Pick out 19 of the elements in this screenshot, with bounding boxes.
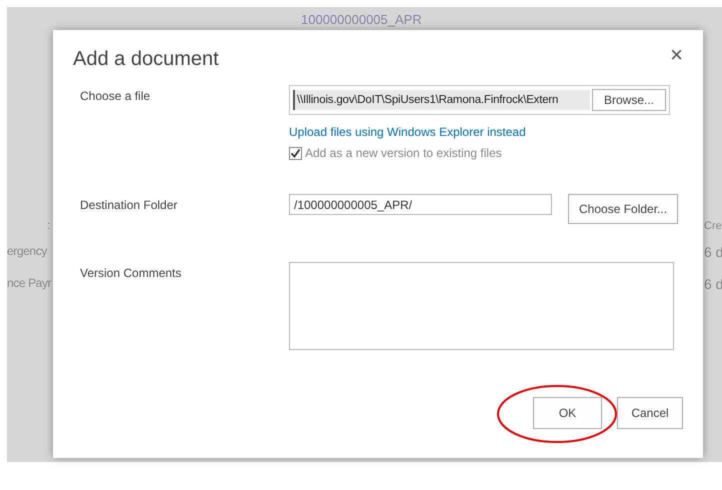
table-cell: nce Payr [7, 276, 52, 290]
table-cell: Cre [704, 220, 722, 232]
explorer-link[interactable]: Upload files using Windows Explorer instead [289, 125, 526, 139]
field-label: Version Comments [80, 265, 182, 282]
checkbox-label: Add as a new version to existing files [289, 146, 502, 160]
table-cell: ergency [7, 244, 47, 258]
comments-field[interactable] [289, 262, 674, 350]
field-label: Destination Folder [80, 197, 178, 214]
destination-field[interactable]: /100000000005_APR/ [289, 194, 552, 215]
table-cell: : [47, 218, 50, 232]
field-label: Choose a file [80, 88, 152, 105]
dialog-button[interactable]: OK [533, 397, 602, 429]
close-button[interactable]: × [670, 44, 683, 66]
dialog-button[interactable]: Cancel [617, 397, 683, 429]
dialog-title: Add a document [73, 47, 219, 71]
choose-folder-button[interactable]: Choose Folder... [568, 194, 678, 224]
file-path: \\Illinois.gov\DoIT\SpiUsers1\Ramona.Finfrock\Extern [293, 90, 590, 110]
file-input[interactable]: \\Illinois.gov\DoIT\SpiUsers1\Ramona.Finfrock\Extern Browse... [289, 85, 670, 115]
browse-button[interactable]: Browse... [592, 89, 666, 111]
